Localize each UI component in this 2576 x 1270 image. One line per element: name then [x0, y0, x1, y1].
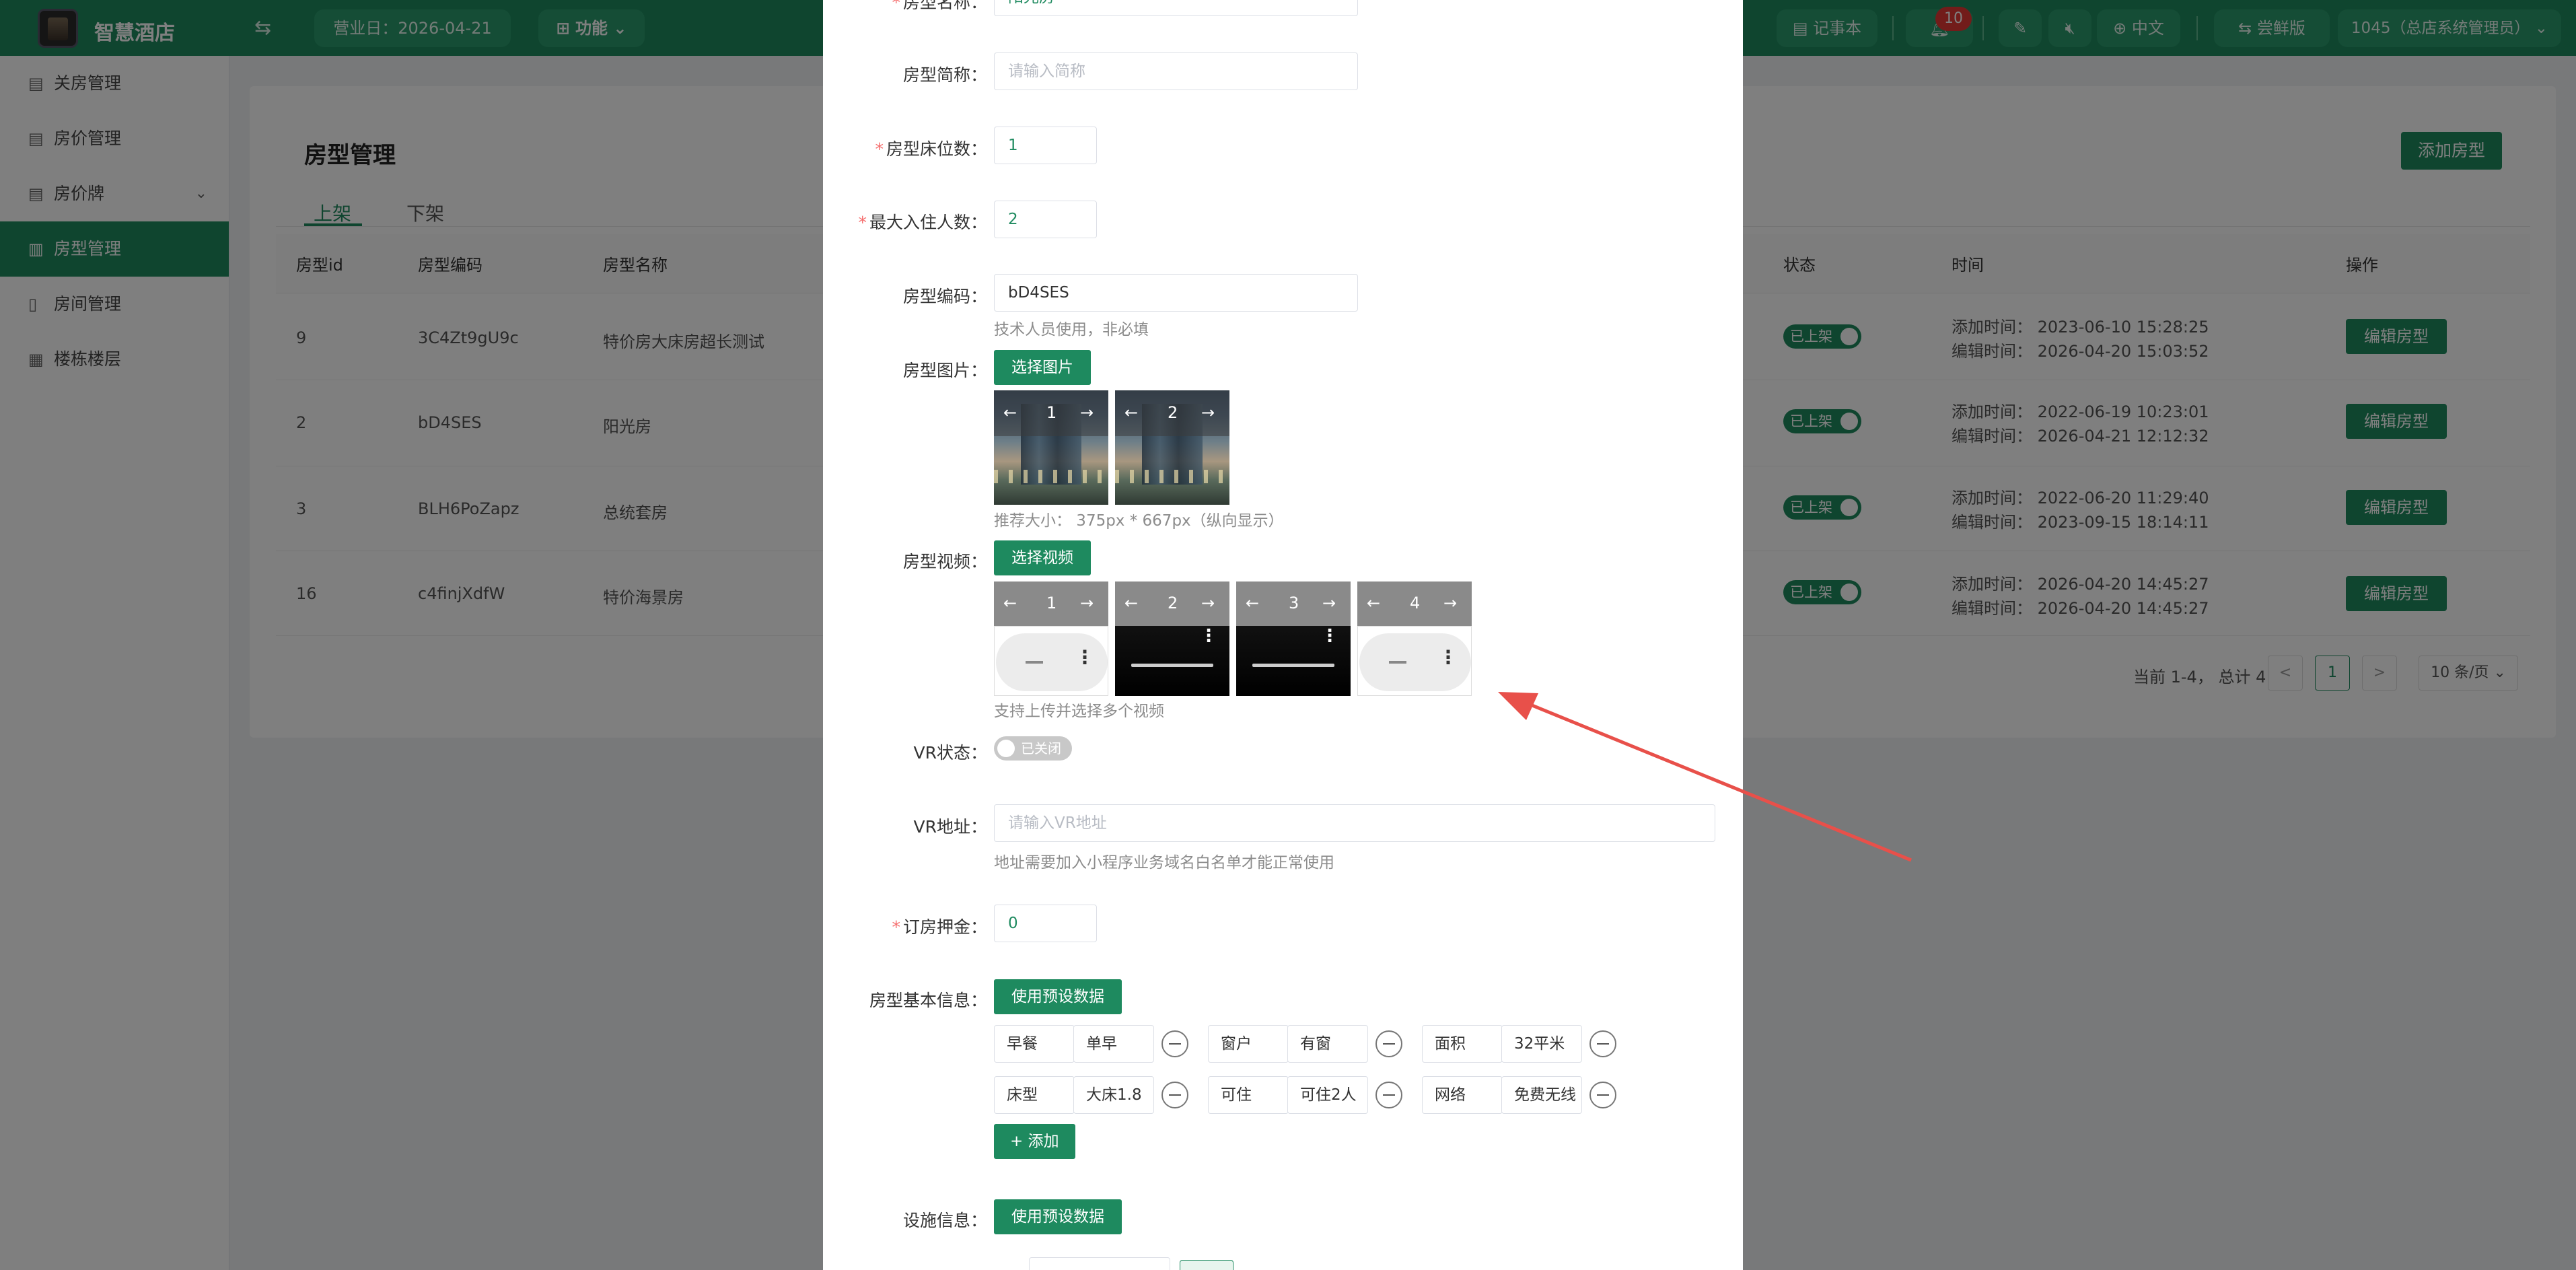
arrow-shaft: [1522, 699, 1912, 862]
arrow-head: [1498, 692, 1538, 720]
annotation-arrow: [1498, 692, 1912, 862]
